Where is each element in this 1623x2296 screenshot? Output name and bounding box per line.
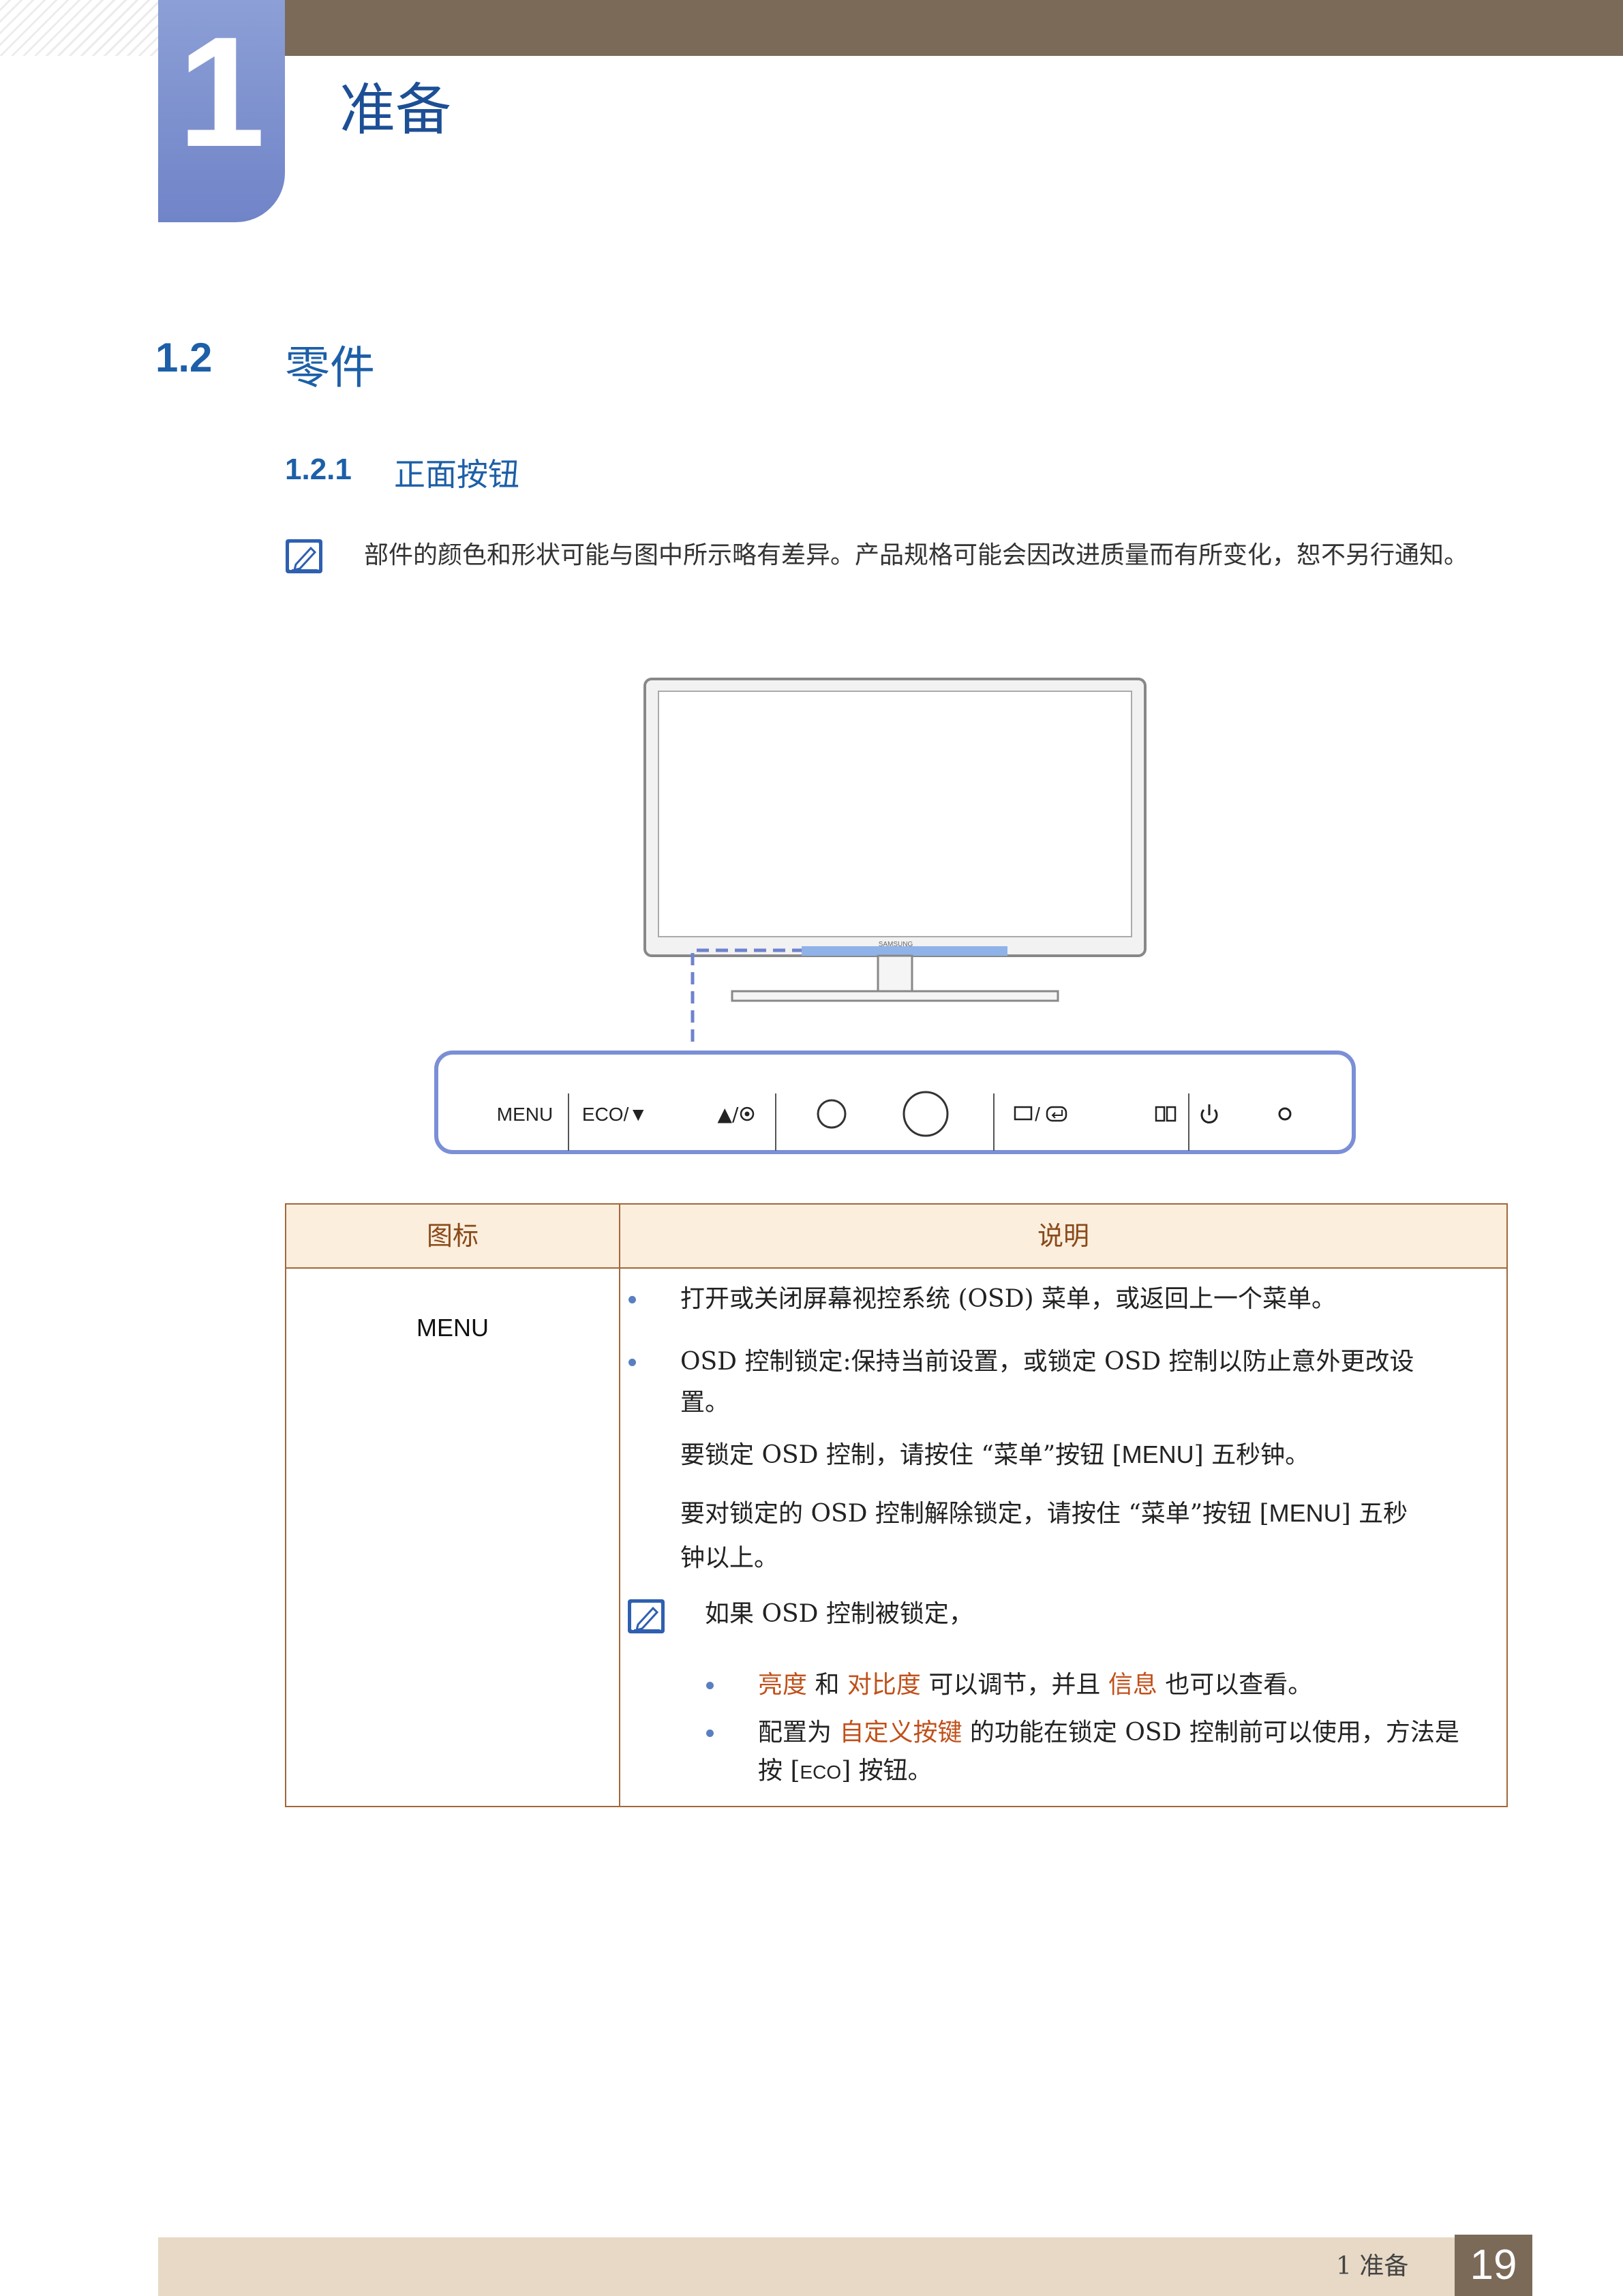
btn-up-label: ▲/ bbox=[718, 1103, 740, 1126]
bullet-1 bbox=[628, 1296, 636, 1303]
footer-bar bbox=[158, 2237, 1455, 2296]
monitor-illustration: SAMSUNG bbox=[643, 678, 1147, 1042]
sub-desc-1: 亮度 和 对比度 可以调节，并且 信息 也可以查看。 bbox=[758, 1671, 1313, 1699]
sub-bullet-1 bbox=[706, 1682, 714, 1689]
page-number: 19 bbox=[1470, 2241, 1517, 2289]
desc-bullet-2-line2: 置。 bbox=[680, 1389, 730, 1417]
footer-chapter: 1 准备 bbox=[1336, 2252, 1409, 2280]
bullet-2 bbox=[628, 1359, 636, 1366]
monitor-diagram: SAMSUNG MENU ECO/▼ ▲/ / bbox=[434, 678, 1356, 1154]
row-icon-menu: MENU bbox=[416, 1314, 489, 1342]
header-description: 说明 bbox=[1037, 1221, 1089, 1251]
sub-desc-2-line2: 按 [ECO] 按钮。 bbox=[758, 1757, 932, 1785]
btn-eco-label: ECO/▼ bbox=[582, 1104, 648, 1125]
column-divider bbox=[619, 1205, 620, 1806]
btn-source-slash: / bbox=[1035, 1104, 1040, 1125]
desc-bullet-2-line1: OSD 控制锁定:保持当前设置，或锁定 OSD 控制以防止意外更改设 bbox=[680, 1348, 1414, 1376]
btn-menu-label: MENU bbox=[497, 1104, 553, 1125]
desc-unlock-instruction: 要对锁定的 OSD 控制解除锁定，请按住 “菜单”按钮 [MENU] 五秒 bbox=[680, 1499, 1408, 1528]
brand-label: SAMSUNG bbox=[879, 941, 913, 948]
desc-bullet-1: 打开或关闭屏幕视控系统 (OSD) 菜单，或返回上一个菜单。 bbox=[680, 1285, 1337, 1313]
note-pencil-icon bbox=[628, 1599, 665, 1633]
desc-lock-instruction: 要锁定 OSD 控制，请按住 “菜单”按钮 [MENU] 五秒钟。 bbox=[680, 1440, 1310, 1469]
buttons-table: 图标 说明 MENU 打开或关闭屏幕视控系统 (OSD) 菜单，或返回上一个菜单… bbox=[285, 1203, 1508, 1807]
sub-bullet-2 bbox=[706, 1729, 714, 1737]
note-intro: 如果 OSD 控制被锁定， bbox=[705, 1600, 973, 1628]
header-icon: 图标 bbox=[426, 1221, 479, 1251]
sub-desc-2: 配置为 自定义按键 的功能在锁定 OSD 控制前可以使用，方法是 bbox=[758, 1719, 1459, 1747]
button-panel bbox=[434, 1051, 1356, 1154]
desc-unlock-instruction-line2: 钟以上。 bbox=[680, 1544, 779, 1572]
